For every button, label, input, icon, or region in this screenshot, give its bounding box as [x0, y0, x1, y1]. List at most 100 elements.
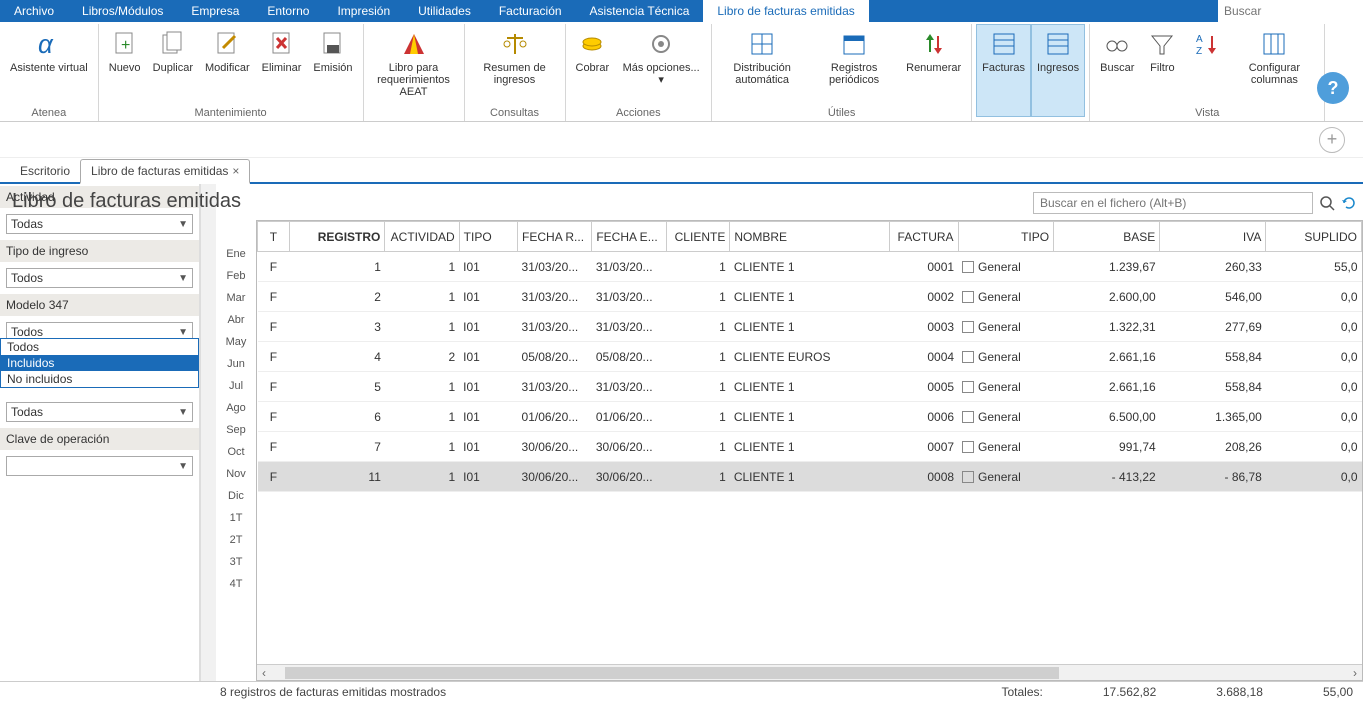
scroll-thumb[interactable] — [285, 667, 1059, 679]
menu-archivo[interactable]: Archivo — [0, 0, 68, 22]
help-button[interactable]: ? — [1317, 72, 1349, 104]
table-row[interactable]: F111I0130/06/20...30/06/20...1CLIENTE 10… — [258, 462, 1362, 492]
ribbon-columnas[interactable]: Configurar columnas — [1228, 24, 1320, 105]
col-fechar[interactable]: FECHA R... — [518, 222, 592, 252]
month-item[interactable]: Nov — [226, 468, 246, 480]
month-item[interactable]: May — [226, 336, 247, 348]
checkbox-icon[interactable] — [962, 291, 974, 303]
col-iva[interactable]: IVA — [1160, 222, 1266, 252]
menu-libros[interactable]: Libros/Módulos — [68, 0, 177, 22]
col-base[interactable]: BASE — [1054, 222, 1160, 252]
ribbon-resumen[interactable]: Resumen de ingresos — [469, 24, 561, 105]
month-item[interactable]: Mar — [227, 292, 246, 304]
cell-t: F — [258, 462, 290, 492]
month-item[interactable]: 2T — [230, 534, 243, 546]
cell-fac: 0007 — [889, 432, 958, 462]
ribbon-mas-opciones[interactable]: Más opciones... ▾ — [615, 24, 707, 105]
menu-asistencia[interactable]: Asistencia Técnica — [576, 0, 704, 22]
table-row[interactable]: F51I0131/03/20...31/03/20...1CLIENTE 100… — [258, 372, 1362, 402]
menu-entorno[interactable]: Entorno — [253, 0, 323, 22]
ribbon-cobrar[interactable]: Cobrar — [570, 24, 616, 105]
month-item[interactable]: Jul — [229, 380, 243, 392]
menu-facturacion[interactable]: Facturación — [485, 0, 576, 22]
cell-nom: CLIENTE EUROS — [730, 342, 889, 372]
col-tipo2[interactable]: TIPO — [958, 222, 1054, 252]
menu-empresa[interactable]: Empresa — [177, 0, 253, 22]
ribbon-distribucion[interactable]: Distribución automática — [716, 24, 808, 105]
ribbon-buscar[interactable]: Buscar — [1094, 24, 1140, 105]
filter-clave-select[interactable]: ▼ — [6, 456, 193, 476]
checkbox-icon[interactable] — [962, 381, 974, 393]
cell-act: 1 — [385, 462, 459, 492]
file-search-input[interactable] — [1033, 192, 1313, 214]
tab-libro-facturas[interactable]: Libro de facturas emitidas× — [80, 159, 250, 184]
scroll-left-icon[interactable]: ‹ — [257, 666, 271, 680]
table-row[interactable]: F61I0101/06/20...01/06/20...1CLIENTE 100… — [258, 402, 1362, 432]
col-suplido[interactable]: SUPLIDO — [1266, 222, 1362, 252]
dropdown-option[interactable]: Todos — [1, 339, 198, 355]
ribbon-sort[interactable]: AZ — [1184, 24, 1228, 105]
col-t[interactable]: T — [258, 222, 290, 252]
ribbon-facturas[interactable]: Facturas — [976, 24, 1031, 117]
top-search-input[interactable] — [1218, 0, 1363, 22]
month-item[interactable]: Feb — [227, 270, 246, 282]
checkbox-icon[interactable] — [962, 261, 974, 273]
ribbon-asistente[interactable]: α Asistente virtual — [4, 24, 94, 105]
col-actividad[interactable]: ACTIVIDAD — [385, 222, 459, 252]
table-row[interactable]: F42I0105/08/20...05/08/20...1CLIENTE EUR… — [258, 342, 1362, 372]
menu-utilidades[interactable]: Utilidades — [404, 0, 485, 22]
ribbon-filtro[interactable]: Filtro — [1140, 24, 1184, 105]
checkbox-icon[interactable] — [962, 441, 974, 453]
filter-unnamed-select[interactable]: Todas▼ — [6, 402, 193, 422]
col-nombre[interactable]: NOMBRE — [730, 222, 889, 252]
ribbon-renumerar[interactable]: Renumerar — [900, 24, 967, 105]
month-item[interactable]: 3T — [230, 556, 243, 568]
month-item[interactable]: Sep — [226, 424, 246, 436]
search-icon[interactable] — [1319, 195, 1335, 211]
month-item[interactable]: Jun — [227, 358, 245, 370]
top-search[interactable] — [1218, 0, 1363, 22]
table-row[interactable]: F71I0130/06/20...30/06/20...1CLIENTE 100… — [258, 432, 1362, 462]
menu-impresion[interactable]: Impresión — [323, 0, 404, 22]
checkbox-icon[interactable] — [962, 321, 974, 333]
month-item[interactable]: 1T — [230, 512, 243, 524]
filter-tipo-select[interactable]: Todos▼ — [6, 268, 193, 288]
horizontal-scrollbar[interactable]: ‹ › — [257, 664, 1362, 680]
month-item[interactable]: Abr — [227, 314, 244, 326]
cell-t: F — [258, 432, 290, 462]
month-item[interactable]: 4T — [230, 578, 243, 590]
add-circle-button[interactable]: + — [1319, 127, 1345, 153]
month-item[interactable]: Oct — [227, 446, 244, 458]
col-tipo[interactable]: TIPO — [459, 222, 517, 252]
ribbon-periodicos[interactable]: Registros periódicos — [808, 24, 900, 105]
menu-libro-facturas[interactable]: Libro de facturas emitidas — [703, 0, 868, 22]
cell-sup: 0,0 — [1266, 282, 1362, 312]
ribbon-eliminar[interactable]: Eliminar — [256, 24, 308, 105]
col-fechae[interactable]: FECHA E... — [592, 222, 666, 252]
ribbon-nuevo[interactable]: +Nuevo — [103, 24, 147, 105]
col-registro[interactable]: REGISTRO — [289, 222, 385, 252]
table-row[interactable]: F31I0131/03/20...31/03/20...1CLIENTE 100… — [258, 312, 1362, 342]
checkbox-icon[interactable] — [962, 411, 974, 423]
ribbon-emision[interactable]: Emisión — [307, 24, 358, 105]
ribbon-modificar[interactable]: Modificar — [199, 24, 256, 105]
table-row[interactable]: F21I0131/03/20...31/03/20...1CLIENTE 100… — [258, 282, 1362, 312]
month-item[interactable]: Ago — [226, 402, 246, 414]
dropdown-option[interactable]: No incluidos — [1, 371, 198, 387]
ribbon-ingresos[interactable]: Ingresos — [1031, 24, 1085, 117]
month-item[interactable]: Ene — [226, 248, 246, 260]
table-row[interactable]: F11I0131/03/20...31/03/20...1CLIENTE 100… — [258, 252, 1362, 282]
tab-escritorio[interactable]: Escritorio — [10, 160, 80, 182]
month-item[interactable]: Dic — [228, 490, 244, 502]
dropdown-option[interactable]: Incluidos — [1, 355, 198, 371]
checkbox-icon[interactable] — [962, 471, 974, 483]
ribbon-libro-aeat[interactable]: Libro para requerimientos AEAT — [368, 24, 460, 117]
tab-close-icon[interactable]: × — [232, 164, 239, 178]
filter-scrollbar[interactable] — [200, 184, 216, 681]
col-cliente[interactable]: CLIENTE — [666, 222, 730, 252]
ribbon-duplicar[interactable]: Duplicar — [147, 24, 199, 105]
checkbox-icon[interactable] — [962, 351, 974, 363]
refresh-icon[interactable] — [1341, 195, 1357, 211]
scroll-right-icon[interactable]: › — [1348, 666, 1362, 680]
col-factura[interactable]: FACTURA — [889, 222, 958, 252]
